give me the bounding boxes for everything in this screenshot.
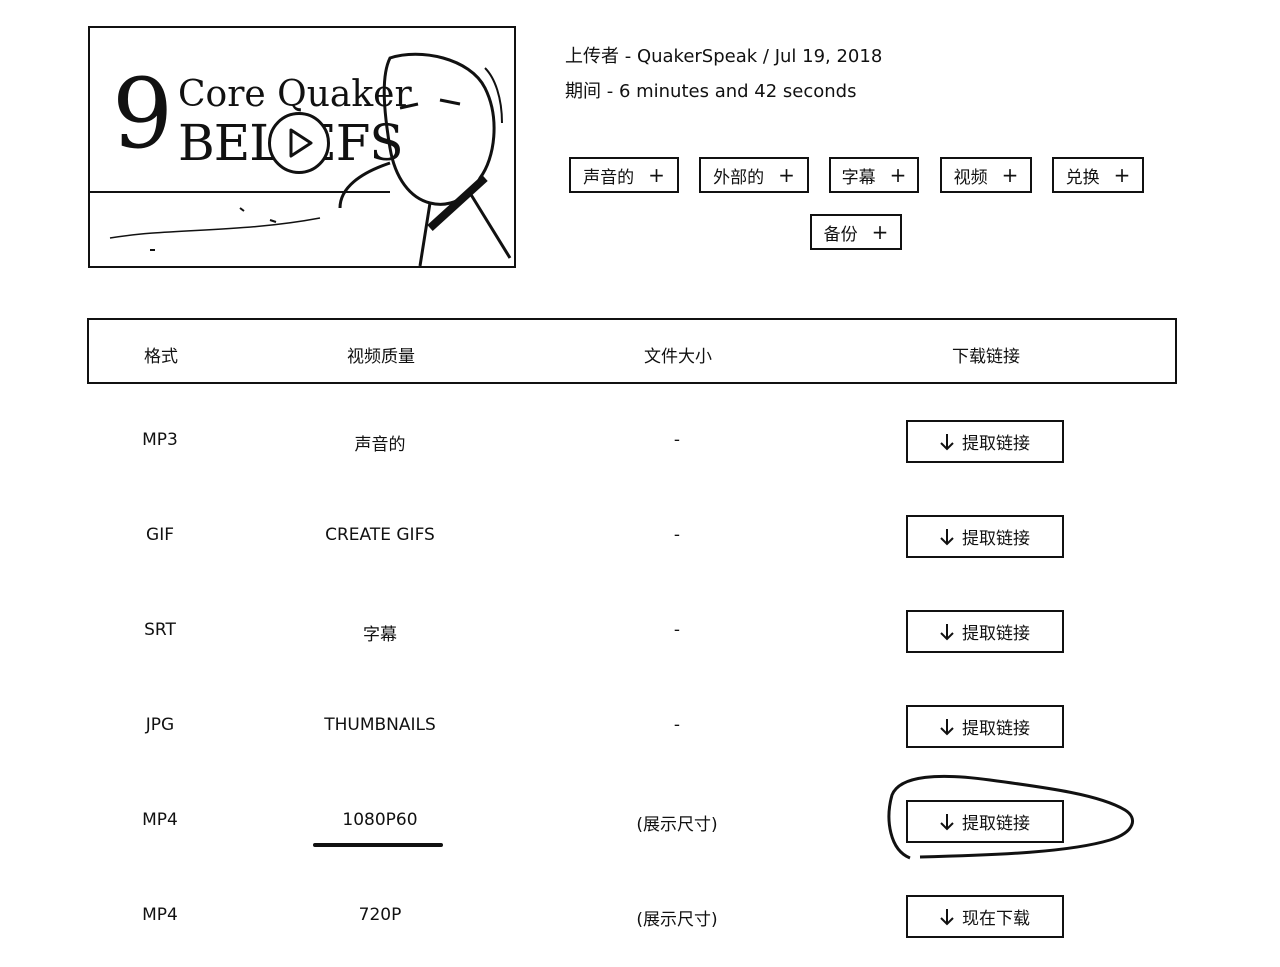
option-video-button[interactable]: 视频 + (940, 157, 1032, 193)
button-label: 提取链接 (962, 719, 1030, 739)
arrow-down-icon (940, 718, 954, 735)
table-row: MP3 声音的 - 提取链接 (0, 420, 1280, 464)
cell-size: - (673, 715, 681, 735)
extract-link-button[interactable]: 提取链接 (906, 420, 1064, 463)
cell-format: MP4 (142, 810, 178, 830)
button-label: 提取链接 (962, 624, 1030, 644)
cell-format: MP3 (142, 430, 178, 450)
option-external-button[interactable]: 外部的 + (699, 157, 809, 193)
uploader-info: 上传者 - QuakerSpeak / Jul 19, 2018 (565, 46, 883, 67)
header-quality: 视频质量 (347, 347, 415, 367)
cell-size: (展示尺寸) (636, 815, 718, 835)
plus-icon: + (1001, 163, 1019, 187)
arrow-down-icon (940, 908, 954, 925)
plus-icon: + (871, 220, 889, 244)
option-backup-button[interactable]: 备份 + (810, 214, 902, 250)
cell-quality: 720P (358, 905, 402, 925)
thumbnail-number: 9 (112, 58, 174, 170)
header-link: 下载链接 (952, 347, 1020, 367)
plus-icon: + (889, 163, 907, 187)
plus-icon: + (648, 163, 665, 187)
option-label: 声音的 (583, 167, 635, 188)
cell-size: (展示尺寸) (636, 910, 718, 930)
option-label: 外部的 (713, 167, 765, 188)
cell-quality: 字幕 (363, 625, 397, 645)
play-button[interactable] (268, 112, 330, 174)
plus-icon: + (778, 163, 795, 187)
download-now-button[interactable]: 现在下载 (906, 895, 1064, 938)
arrow-down-icon (940, 623, 954, 640)
header-format: 格式 (144, 347, 178, 367)
option-subtitles-button[interactable]: 字幕 + (829, 157, 919, 193)
cell-format: MP4 (142, 905, 178, 925)
duration-info: 期间 - 6 minutes and 42 seconds (565, 81, 857, 102)
cell-quality: 1080P60 (342, 810, 418, 830)
video-thumbnail[interactable]: 9 Core Quaker BELIEFS (88, 26, 516, 268)
extract-link-button[interactable]: 提取链接 (906, 515, 1064, 558)
option-label: 备份 (823, 224, 858, 245)
arrow-down-icon (940, 433, 954, 450)
header-size: 文件大小 (644, 347, 712, 367)
table-row: SRT 字幕 - 提取链接 (0, 610, 1280, 654)
button-label: 提取链接 (962, 434, 1030, 454)
option-label: 兑换 (1065, 167, 1100, 188)
cell-quality: 声音的 (354, 435, 406, 455)
button-label: 现在下载 (962, 909, 1030, 929)
option-audio-button[interactable]: 声音的 + (569, 157, 679, 193)
underline-annotation (313, 843, 443, 847)
cell-format: SRT (144, 620, 176, 640)
cell-quality: CREATE GIFS (325, 525, 435, 545)
cell-size: - (673, 430, 681, 450)
button-label: 提取链接 (962, 529, 1030, 549)
thumbnail-title-line1: Core Quaker (178, 74, 412, 115)
extract-link-button[interactable]: 提取链接 (906, 610, 1064, 653)
table-row: GIF CREATE GIFS - 提取链接 (0, 515, 1280, 559)
circle-annotation (887, 774, 1135, 860)
arrow-down-icon (940, 528, 954, 545)
cell-format: JPG (145, 715, 175, 735)
option-convert-button[interactable]: 兑换 + (1052, 157, 1144, 193)
cell-size: - (673, 525, 681, 545)
extract-link-button[interactable]: 提取链接 (906, 705, 1064, 748)
play-icon (289, 128, 313, 158)
option-label: 视频 (953, 167, 988, 188)
option-label: 字幕 (841, 167, 876, 188)
table-header: 格式 视频质量 文件大小 下载链接 (87, 318, 1177, 384)
plus-icon: + (1113, 163, 1131, 187)
cell-format: GIF (146, 525, 174, 545)
table-row: JPG THUMBNAILS - 提取链接 (0, 705, 1280, 749)
cell-size: - (673, 620, 681, 640)
cell-quality: THUMBNAILS (324, 715, 436, 735)
table-row: MP4 720P (展示尺寸) 现在下载 (0, 895, 1280, 939)
